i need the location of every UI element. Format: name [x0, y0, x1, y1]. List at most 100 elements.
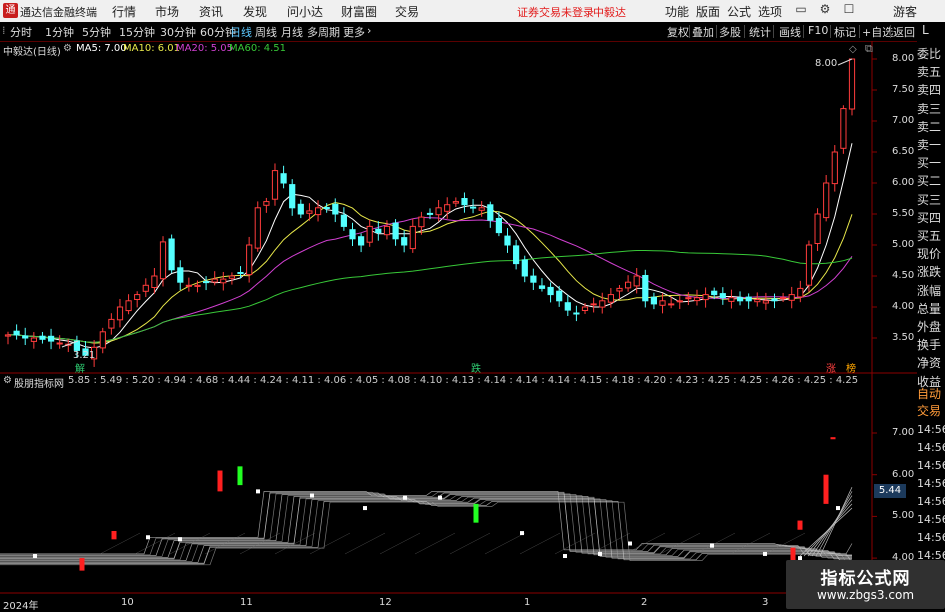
menu-zixun[interactable]: 资讯	[199, 3, 223, 20]
side-trade-label-1[interactable]: 交易	[917, 404, 945, 419]
menu-jiaoyi[interactable]: 交易	[395, 3, 419, 20]
x-tick-12: 12	[379, 597, 392, 608]
tab-daily[interactable]: 日线	[230, 24, 252, 40]
candle	[289, 184, 296, 209]
watermark-title: 指标公式网	[820, 569, 911, 589]
tab-fenshi[interactable]: 分时	[10, 24, 32, 40]
restore-window-icon[interactable]: ▭	[793, 2, 809, 16]
diamond-icon[interactable]: ◇	[849, 44, 857, 55]
candle	[840, 108, 847, 149]
divider	[859, 25, 860, 38]
side-time-4: 14:56	[917, 495, 945, 508]
candle	[556, 290, 563, 302]
btn-biaoji[interactable]: 标记	[834, 24, 856, 40]
menu-wenxiaoda[interactable]: 问小达	[287, 3, 323, 20]
candle	[487, 204, 494, 221]
divider	[716, 25, 717, 38]
tag-jie[interactable]: 解	[75, 360, 85, 375]
signal-bar	[111, 530, 117, 540]
candle	[728, 297, 735, 302]
candle	[203, 281, 210, 284]
btn-f10[interactable]: F10	[808, 24, 828, 37]
y-tick: 8.00	[892, 53, 915, 64]
mesh-line	[344, 532, 386, 555]
signal-bar	[823, 474, 829, 504]
tab-monthly[interactable]: 月线	[281, 24, 303, 40]
btn-duogu[interactable]: 多股	[719, 24, 741, 40]
watermark-badge: 指标公式网 www.zbgs3.com	[786, 560, 945, 609]
candle	[831, 151, 838, 185]
tag-die[interactable]: 跌	[471, 360, 481, 375]
skin-icon[interactable]: ☐	[841, 2, 857, 16]
menu-shichang[interactable]: 市场	[155, 3, 179, 20]
menu-caifuquan[interactable]: 财富圈	[341, 3, 377, 20]
tag-bang[interactable]: 榜	[846, 360, 856, 375]
tab-1min[interactable]: 1分钟	[45, 24, 74, 40]
btn-huaxian[interactable]: 画线	[779, 24, 801, 40]
menu-banmian[interactable]: 版面	[696, 3, 720, 20]
side-time-5: 14:56	[917, 513, 945, 526]
candle	[762, 300, 769, 304]
side-label-2: 卖四	[917, 83, 942, 98]
btn-add-watchlist[interactable]: +自选	[862, 24, 893, 40]
candle	[39, 335, 46, 340]
kline-chart[interactable]	[0, 41, 917, 609]
y-tick: 7.00	[892, 115, 915, 126]
candle	[116, 306, 124, 321]
candle	[538, 285, 546, 289]
divider	[744, 25, 745, 38]
btn-back[interactable]: 返回	[893, 24, 915, 40]
sub-settings-gear-icon[interactable]: ⚙	[3, 375, 12, 386]
mesh-line	[484, 532, 526, 555]
menu-faxian[interactable]: 发现	[243, 3, 267, 20]
candle	[13, 330, 20, 336]
btn-diejia[interactable]: 叠加	[692, 24, 714, 40]
candle	[599, 300, 606, 308]
candle	[323, 207, 330, 209]
menu-gongneng[interactable]: 功能	[665, 3, 689, 20]
candle	[547, 286, 554, 296]
side-trade-label-0[interactable]: 自动	[917, 387, 945, 402]
side-label-11: 现价	[917, 247, 942, 262]
tab-weekly[interactable]: 周线	[255, 24, 277, 40]
x-tick-10: 10	[121, 597, 134, 608]
candle	[719, 293, 726, 299]
tag-zhang[interactable]: 涨	[826, 360, 836, 375]
btn-fuquan[interactable]: 复权	[667, 24, 689, 40]
y-tick: 6.00	[892, 177, 915, 188]
signal-dot	[33, 554, 37, 559]
signal-bar	[830, 437, 836, 440]
divider	[773, 25, 774, 38]
menu-hangqing[interactable]: 行情	[112, 3, 136, 20]
candle	[315, 207, 322, 216]
candle	[590, 303, 597, 306]
corner-l-label[interactable]: L	[922, 23, 929, 37]
side-label-12: 涨跌	[917, 265, 942, 280]
tab-more[interactable]: 更多	[343, 24, 365, 40]
tab-30min[interactable]: 30分钟	[160, 24, 196, 40]
copy-icon[interactable]: ⧉	[865, 42, 873, 56]
login-warning[interactable]: 证券交易未登录	[517, 4, 594, 20]
mesh-line	[134, 532, 176, 555]
tab-multi-period[interactable]: 多周期	[307, 24, 340, 40]
candle	[142, 284, 149, 292]
tab-15min[interactable]: 15分钟	[119, 24, 155, 40]
menu-xuanxiang[interactable]: 选项	[758, 3, 782, 20]
candle	[659, 300, 666, 306]
candle	[358, 236, 365, 246]
menu-gongshi[interactable]: 公式	[727, 3, 751, 20]
settings-gear-icon[interactable]: ⚙	[817, 2, 833, 16]
signal-dot	[146, 535, 150, 540]
candle	[375, 228, 382, 234]
tab-5min[interactable]: 5分钟	[82, 24, 111, 40]
divider	[830, 25, 831, 38]
user-label[interactable]: 游客	[893, 3, 917, 20]
btn-tongji[interactable]: 统计	[749, 24, 771, 40]
candle	[392, 222, 399, 240]
side-label-0: 委比	[917, 47, 942, 61]
candle	[4, 334, 12, 337]
mesh-line	[239, 532, 281, 555]
candle	[306, 210, 313, 214]
ma5-line	[8, 143, 853, 349]
more-chevron-icon[interactable]: ›	[367, 24, 371, 37]
